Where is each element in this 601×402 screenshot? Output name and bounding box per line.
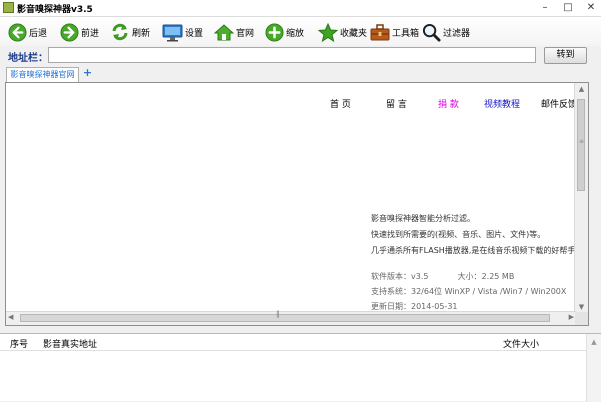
arrow-left-icon	[8, 22, 27, 42]
monitor-icon	[162, 23, 183, 42]
version-row: 软件版本：v3.5 大小：2.25 MB	[371, 269, 583, 284]
hgrip-icon: ‖	[276, 310, 280, 318]
system-value: 32/64位 WinXP / Vista /Win7 / Win200X	[411, 287, 567, 296]
tab-official-site[interactable]: 影音嗅探神器官网	[6, 67, 79, 82]
settings-label: 设置	[185, 28, 204, 39]
list-scroll-up-icon[interactable]: ▲	[587, 338, 601, 346]
scroll-right-icon[interactable]: ▶	[569, 313, 574, 321]
plus-icon: +	[82, 66, 93, 79]
date-value: 2014-05-31	[411, 302, 458, 311]
column-real-url[interactable]: 影音真实地址	[43, 337, 97, 350]
star-icon	[318, 22, 338, 42]
scroll-left-icon[interactable]: ◀	[8, 313, 13, 321]
file-list-scrollbar[interactable]: ▲	[586, 334, 601, 402]
nav-home-link[interactable]: 首 页	[330, 97, 351, 110]
plus-circle-icon	[265, 22, 284, 42]
refresh-icon	[110, 22, 130, 42]
scroll-up-icon[interactable]: ▲	[575, 85, 588, 93]
intro-line-3: 几乎通杀所有FLASH播放器,是在线音乐视频下载的好帮手。	[371, 246, 584, 255]
favorites-button[interactable]: 收藏夹	[318, 20, 367, 44]
title-bar: 影音嗅探神器v3.5 – □ ✕	[0, 0, 601, 17]
official-site-button[interactable]: 官网	[214, 20, 254, 44]
address-bar: 地址栏： 转到	[0, 46, 601, 66]
address-input[interactable]	[48, 47, 536, 63]
date-label: 更新日期：	[371, 302, 411, 311]
app-icon	[3, 2, 14, 13]
nav-donate-link[interactable]: 捐 款	[438, 97, 459, 110]
column-index[interactable]: 序号	[10, 337, 28, 350]
intro-line-1: 影音嗅探神器智能分析过滤。	[371, 214, 475, 223]
scroll-thumb[interactable]	[577, 99, 585, 191]
home-icon	[214, 23, 234, 42]
back-label: 后退	[29, 28, 48, 39]
system-label: 支持系统：	[371, 287, 411, 296]
site-nav: 首 页 留 言 捐 款 视频教程 邮件反馈	[6, 97, 588, 111]
new-tab-button[interactable]: +	[82, 67, 93, 79]
nav-message-link[interactable]: 留 言	[386, 97, 407, 110]
page-horizontal-scrollbar[interactable]: ◀ ‖ ▶	[6, 310, 576, 325]
favorites-label: 收藏夹	[340, 28, 368, 39]
system-row: 支持系统：32/64位 WinXP / Vista /Win7 / Win200…	[371, 284, 583, 299]
version-label: 软件版本：	[371, 272, 411, 281]
window-controls: – □ ✕	[539, 1, 597, 15]
address-label: 地址栏：	[8, 53, 48, 64]
column-file-size[interactable]: 文件大小	[503, 337, 539, 350]
refresh-label: 刷新	[132, 28, 151, 39]
browser-view: 首 页 留 言 捐 款 视频教程 邮件反馈 影音嗅探神器智能分析过滤。 快速找到…	[5, 82, 589, 326]
scroll-corner	[575, 312, 588, 325]
filter-label: 过滤器	[443, 28, 471, 39]
toolbox-icon	[370, 23, 390, 42]
version-value: v3.5	[411, 272, 429, 281]
minimize-button[interactable]: –	[539, 1, 551, 15]
intro-line-2: 快速找到所需要的(视频、音乐、图片、文件)等。	[371, 230, 546, 239]
page-vertical-scrollbar[interactable]: ▲ ≡ ▼	[574, 83, 588, 313]
go-button[interactable]: 转到	[544, 47, 587, 64]
site-info: 影音嗅探神器智能分析过滤。 快速找到所需要的(视频、音乐、图片、文件)等。 几乎…	[371, 211, 583, 314]
nav-feedback-link[interactable]: 邮件反馈	[541, 97, 577, 110]
arrow-right-icon	[60, 22, 79, 42]
zoom-button[interactable]: 缩放	[265, 20, 304, 44]
file-list: 序号 影音真实地址 文件大小 ▲	[0, 333, 601, 402]
toolbox-label: 工具箱	[392, 28, 420, 39]
toolbox-button[interactable]: 工具箱	[370, 20, 419, 44]
magnifier-icon	[422, 23, 441, 42]
file-list-header: 序号 影音真实地址 文件大小	[0, 334, 586, 351]
window-title: 影音嗅探神器v3.5	[17, 5, 93, 15]
maximize-button[interactable]: □	[562, 1, 574, 15]
close-button[interactable]: ✕	[585, 1, 597, 15]
filter-button[interactable]: 过滤器	[422, 20, 470, 44]
size-label: 大小：	[457, 272, 482, 281]
scroll-down-icon[interactable]: ▼	[575, 303, 588, 311]
back-button[interactable]: 后退	[8, 20, 47, 44]
zoom-label: 缩放	[286, 28, 305, 39]
hscroll-thumb[interactable]	[20, 314, 550, 322]
grip-icon: ≡	[579, 138, 585, 145]
toolbar: 后退 前进 刷新 设置 官网 缩放 收藏夹 工具箱 过滤器	[0, 17, 601, 46]
nav-video-tutorial-link[interactable]: 视频教程	[484, 97, 520, 110]
forward-button[interactable]: 前进	[60, 20, 99, 44]
refresh-button[interactable]: 刷新	[110, 20, 150, 44]
tab-strip: 影音嗅探神器官网 +	[0, 66, 601, 82]
settings-button[interactable]: 设置	[162, 20, 203, 44]
forward-label: 前进	[81, 28, 100, 39]
size-value: 2.25 MB	[481, 272, 515, 281]
official-site-label: 官网	[236, 28, 255, 39]
